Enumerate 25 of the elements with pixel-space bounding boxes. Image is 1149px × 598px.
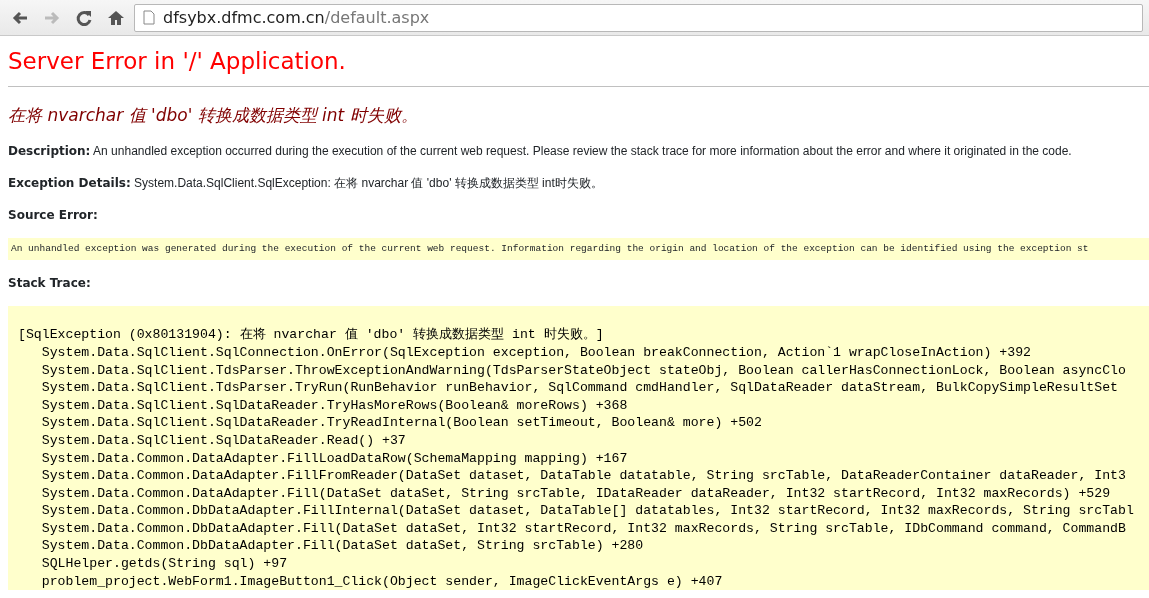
stack-trace-line: System.Data.SqlClient.SqlDataReader.TryReadInternal(Boolean setTimeout, Boolean& more) +502 (40, 414, 763, 432)
page-title: Server Error in '/' Application. (8, 48, 347, 76)
stack-trace-line: System.Data.Common.DataAdapter.Fill(DataSet dataSet, String srcTable, IDataReader dataReader, Int32 startRecord, Int32 maxRecords) +529 (40, 484, 1112, 503)
stack-trace-line: System.Data.Common.DbDataAdapter.Fill(DataSet dataSet, Int32 startRecord, Int32 maxRecords, String srcTable, IDbCommand command, CommandB (40, 519, 1127, 538)
url-text: dfsybx.dfmc.com.cn/default.aspx (163, 6, 430, 29)
stack-trace-line: System.Data.Common.DataAdapter.FillFromReader(DataSet dataset, DataTable datatable, String srcTable, DataReaderContainer dataReader, Int3 (40, 467, 1127, 485)
stack-trace-line: System.Data.SqlClient.TdsParser.TryRun(RunBehavior runBehavior, SqlCommand cmdHandler, SqlDataReader dataStream, BulkCopySimpleResultSet (40, 379, 1120, 397)
stack-trace-line: [SqlException (0x80131904): 在将 nvarchar 值 'dbo' 转换成数据类型 int 时失败。] (18, 326, 605, 344)
stack-trace-line: System.Data.Common.DbDataAdapter.FillInternal(DataSet dataset, DataTable[] datatables, Int32 startRecord, Int32 maxRecords, String srcTabl (40, 502, 1135, 520)
stack-trace-line: System.Data.Common.DataAdapter.FillLoadDataRow(SchemaMapping mapping) +167 (40, 449, 629, 468)
section-heading: Stack Trace: (8, 275, 92, 293)
stack-trace-line: System.Data.SqlClient.SqlDataReader.TryHasMoreRows(Boolean& moreRows) +368 (40, 396, 629, 415)
error-message: 在将 nvarchar 值 'dbo' 转换成数据类型 int 时失败。 (8, 103, 419, 127)
stack-trace-line: System.Data.SqlClient.SqlDataReader.Read() +37 (40, 431, 407, 450)
description-text: Description: An unhandled exception occurred during the execution of the current web request. Please review the stack trace for more information about the error and where it originated in the code. (8, 143, 1073, 161)
exception-details-text: Exception Details: System.Data.SqlClient.SqlException: 在将 nvarchar 值 'dbo' 转换成数据类型 int时失败。 (8, 175, 604, 193)
section-heading: Source Error: (8, 207, 99, 225)
stack-trace-line: System.Data.SqlClient.SqlConnection.OnError(SqlException exception, Boolean breakConnection, Action`1 wrapCloseInAction) +392 (40, 343, 1032, 362)
stack-trace-line: System.Data.Common.DbDataAdapter.Fill(DataSet dataSet, String srcTable) +280 (40, 537, 645, 556)
page-icon (143, 10, 155, 25)
source-error-text: An unhandled exception was generated during the execution of the current web request. Information regarding the origin and location of the exception can be identified using the exception st (11, 242, 1090, 257)
stack-trace-line: SQLHelper.getds(String sql) +97 (40, 555, 289, 573)
stack-trace-line: System.Data.SqlClient.TdsParser.ThrowExceptionAndWarning(TdsParserStateObject stateObj, Boolean callerHasConnectionLock, Boolean asyncClo (40, 361, 1127, 380)
stack-trace-line: problem_project.WebForm1.ImageButton1_Click(Object sender, ImageClickEventArgs e) +407 (40, 572, 724, 591)
address-bar[interactable]: dfsybx.dfmc.com.cn/default.aspx (134, 3, 1143, 32)
